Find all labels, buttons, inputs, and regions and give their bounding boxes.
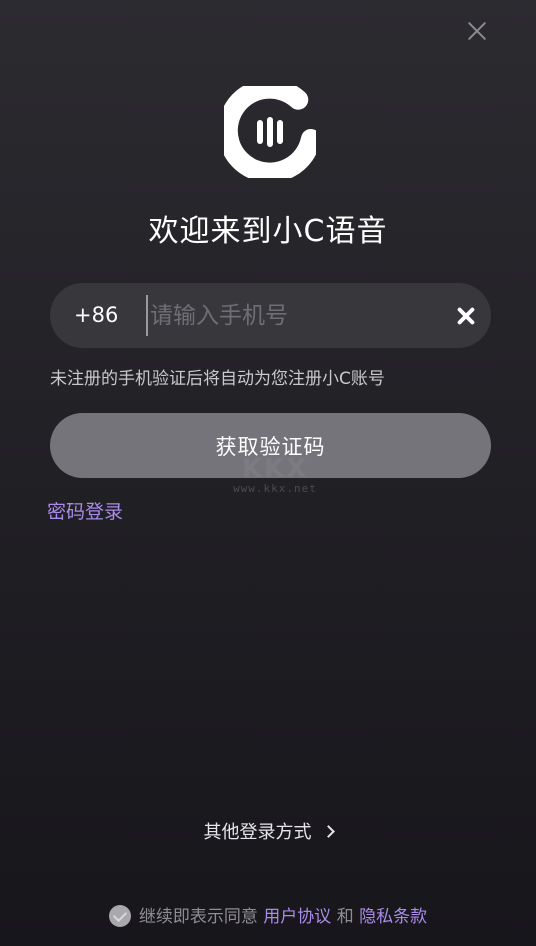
app-logo bbox=[224, 86, 316, 178]
get-code-button[interactable]: 获取验证码 bbox=[50, 413, 491, 478]
password-login-link[interactable]: 密码登录 bbox=[47, 497, 123, 524]
privacy-policy-link[interactable]: 隐私条款 bbox=[359, 907, 427, 927]
phone-field: +86 bbox=[50, 283, 491, 348]
user-agreement-link[interactable]: 用户协议 bbox=[263, 907, 331, 927]
page-title: 欢迎来到小C语音 bbox=[148, 214, 388, 249]
chevron-right-icon bbox=[321, 825, 335, 838]
close-icon[interactable] bbox=[462, 16, 492, 46]
register-hint: 未注册的手机验证后将自动为您注册小C账号 bbox=[50, 369, 385, 389]
country-code-selector[interactable]: +86 bbox=[74, 283, 118, 348]
other-login-label: 其他登录方式 bbox=[203, 822, 312, 843]
other-login-button[interactable]: 其他登录方式 bbox=[0, 818, 536, 844]
agreement-row: 继续即表示同意 用户协议 和 隐私条款 bbox=[0, 902, 536, 927]
agree-checkbox-icon[interactable] bbox=[108, 905, 131, 927]
agreement-and: 和 bbox=[336, 907, 354, 927]
agreement-prefix: 继续即表示同意 bbox=[138, 907, 258, 927]
clear-icon[interactable] bbox=[451, 301, 481, 331]
phone-input[interactable] bbox=[146, 295, 436, 336]
watermark-url: www.kkx.net bbox=[233, 482, 317, 495]
